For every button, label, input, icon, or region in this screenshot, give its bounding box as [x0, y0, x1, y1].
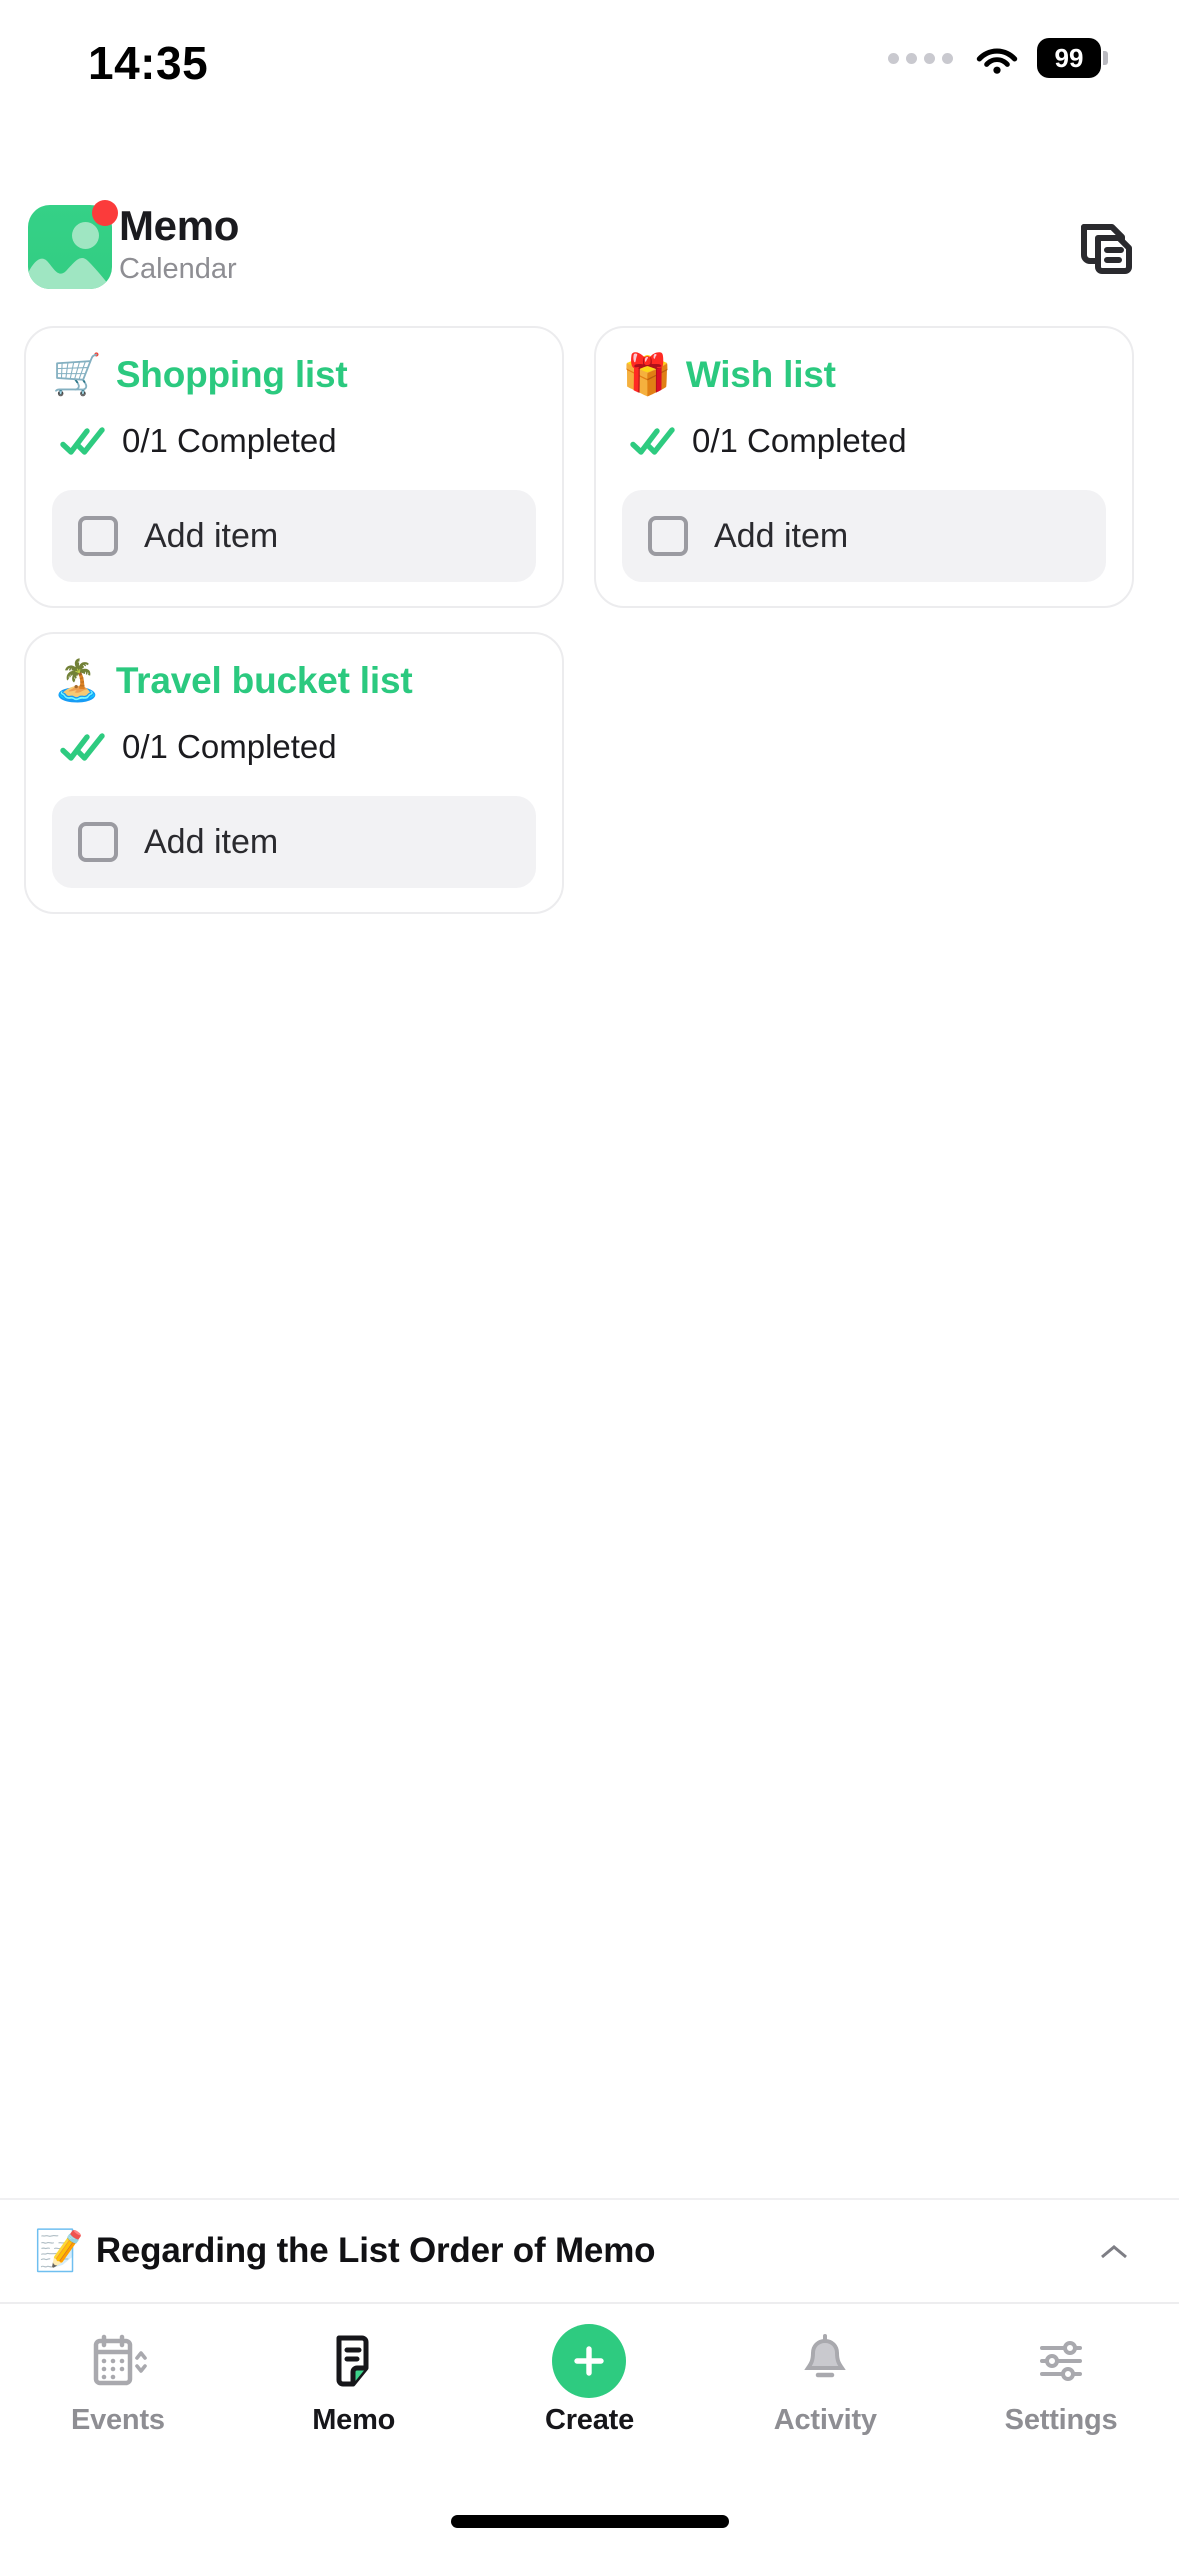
add-item-row[interactable]: Add item	[52, 796, 536, 888]
double-check-icon	[630, 427, 675, 455]
notification-badge	[92, 200, 118, 226]
card-title: Shopping list	[115, 354, 348, 395]
create-fab[interactable]	[552, 2324, 627, 2398]
info-banner-text: Regarding the List Order of Memo	[95, 2231, 656, 2270]
island-palm-tree-emoji: 🏝️	[52, 659, 102, 703]
phone-screen: 14:35 99 Memo Calendar 🛒 Shopping list 0…	[0, 0, 1179, 2556]
memo-list-card[interactable]: 🛒 Shopping list 0/1 Completed Add item	[24, 326, 564, 608]
add-item-row[interactable]: Add item	[52, 490, 536, 582]
card-header: 🎁 Wish list	[622, 354, 1106, 396]
shopping-cart-emoji: 🛒	[52, 353, 102, 397]
tab-label: Memo	[312, 2404, 396, 2436]
tab-label: Activity	[773, 2404, 877, 2436]
note-document-icon	[323, 2324, 385, 2398]
card-title: Travel bucket list	[115, 660, 413, 701]
tab-memo[interactable]: Memo	[236, 2304, 472, 2472]
card-title: Wish list	[685, 354, 836, 395]
bottom-tab-bar: Events Memo Create Activity Settings	[0, 2302, 1179, 2470]
checkbox-icon[interactable]	[648, 516, 688, 556]
wifi-icon	[975, 42, 1019, 74]
app-header: Memo Calendar	[0, 196, 1179, 306]
page-subtitle: Calendar	[119, 253, 237, 285]
cellular-signal-icon	[888, 52, 953, 64]
tab-label: Create	[544, 2404, 635, 2436]
add-item-label: Add item	[144, 516, 279, 555]
battery-status-badge: 99	[1037, 38, 1108, 78]
card-progress: 0/1 Completed	[60, 728, 536, 766]
memo-pencil-emoji: 📝	[34, 2229, 84, 2273]
status-bar-indicators: 99	[888, 38, 1108, 78]
plus-icon	[574, 2346, 605, 2376]
memo-list-card[interactable]: 🏝️ Travel bucket list 0/1 Completed Add …	[24, 632, 564, 914]
bell-icon	[794, 2324, 856, 2398]
icon-mountain-shape	[28, 258, 112, 289]
page-title: Memo	[119, 202, 240, 249]
sliders-icon	[1030, 2324, 1092, 2398]
memo-list-grid: 🛒 Shopping list 0/1 Completed Add item 🎁…	[24, 326, 1164, 914]
status-bar: 14:35 99	[0, 0, 1179, 120]
double-check-icon	[60, 733, 105, 761]
info-banner[interactable]: 📝 Regarding the List Order of Memo	[0, 2198, 1179, 2302]
completed-count: 0/1 Completed	[122, 422, 337, 459]
tab-activity[interactable]: Activity	[707, 2304, 943, 2472]
stacked-notes-icon[interactable]	[1075, 218, 1137, 276]
calendar-sort-icon	[87, 2324, 149, 2398]
card-header: 🛒 Shopping list	[52, 354, 536, 396]
home-indicator[interactable]	[450, 2515, 729, 2528]
tab-label: Events	[70, 2404, 165, 2436]
checkbox-icon[interactable]	[78, 516, 118, 556]
tab-create[interactable]: Create	[472, 2304, 708, 2472]
completed-count: 0/1 Completed	[692, 422, 907, 459]
card-header: 🏝️ Travel bucket list	[52, 660, 536, 702]
tab-events[interactable]: Events	[0, 2304, 236, 2472]
tab-label: Settings	[1004, 2404, 1118, 2436]
card-progress: 0/1 Completed	[630, 422, 1106, 460]
add-item-label: Add item	[714, 516, 849, 555]
chevron-up-icon[interactable]	[1099, 2242, 1129, 2262]
completed-count: 0/1 Completed	[122, 728, 337, 765]
add-item-row[interactable]: Add item	[622, 490, 1106, 582]
gift-emoji: 🎁	[622, 353, 672, 397]
tab-settings[interactable]: Settings	[943, 2304, 1179, 2472]
checkbox-icon[interactable]	[78, 822, 118, 862]
add-item-label: Add item	[144, 822, 279, 861]
plus-circle-icon[interactable]	[552, 2324, 627, 2398]
status-bar-clock: 14:35	[88, 37, 209, 89]
double-check-icon	[60, 427, 105, 455]
card-progress: 0/1 Completed	[60, 422, 536, 460]
memo-list-card[interactable]: 🎁 Wish list 0/1 Completed Add item	[594, 326, 1134, 608]
